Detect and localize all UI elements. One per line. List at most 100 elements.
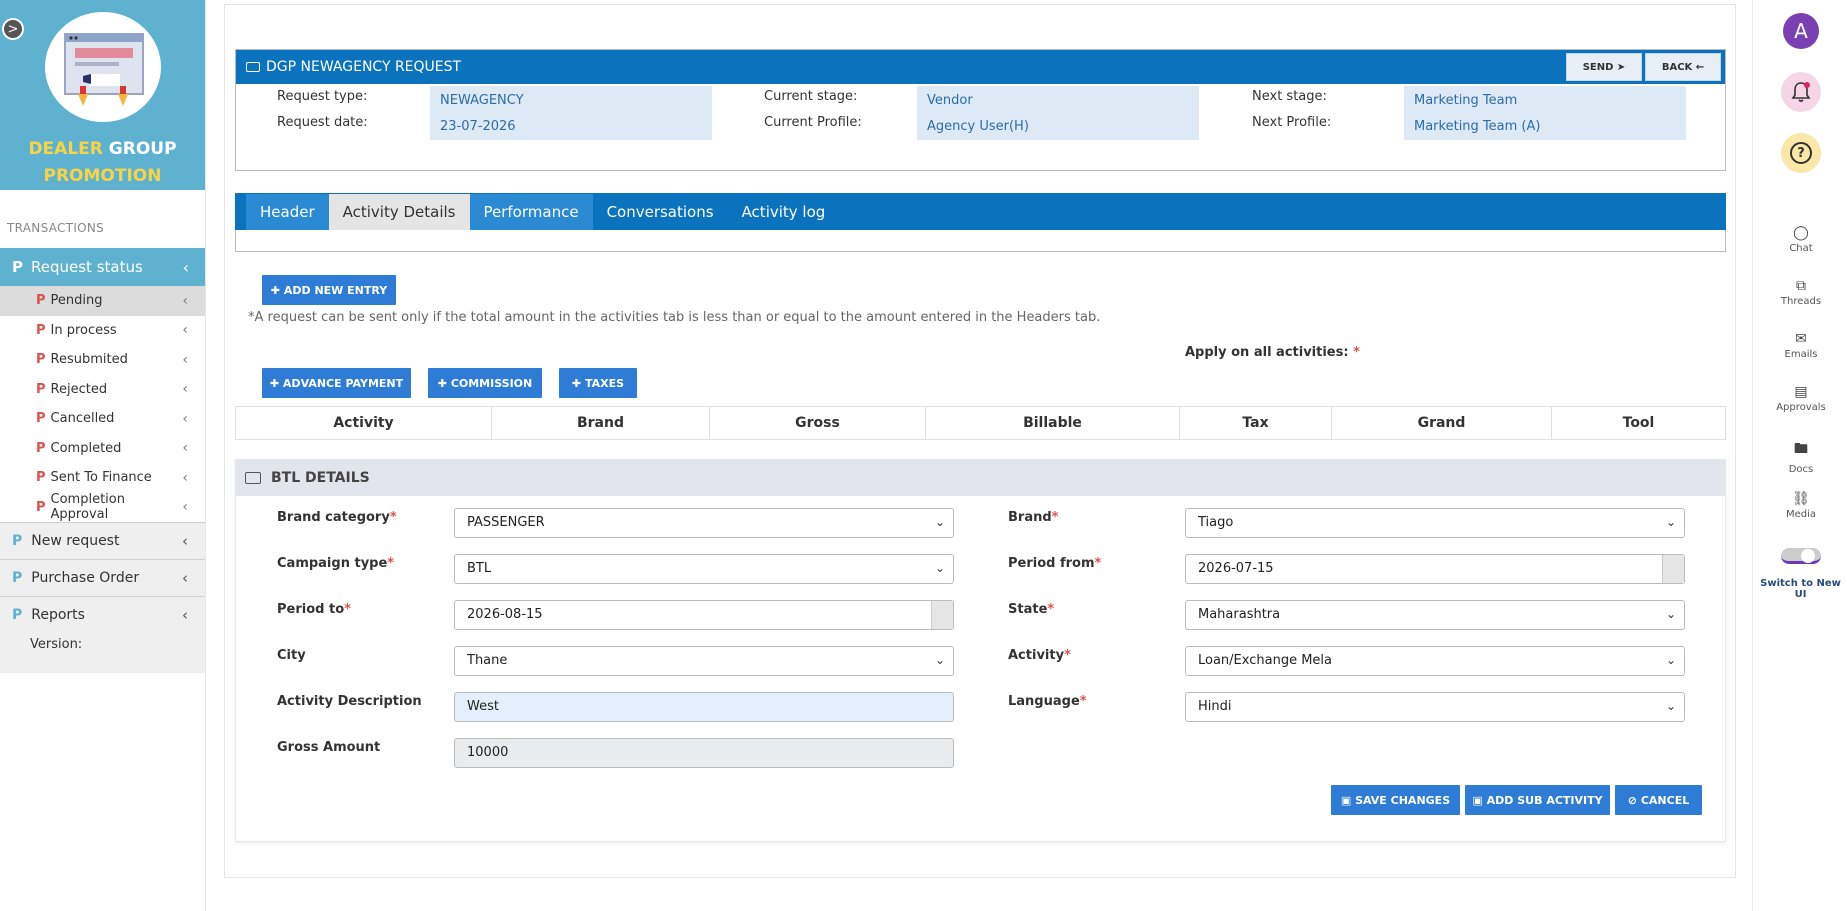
brand-panel: DEALER GROUP PROMOTION xyxy=(0,0,205,190)
current-profile-value: Agency User(H) xyxy=(917,112,1199,140)
avatar[interactable]: A xyxy=(1783,13,1819,49)
sidebar: > DEALER GROUP PROMOTION TRANSACTIONS Ρ xyxy=(0,0,206,911)
sidebar-item-pending[interactable]: Ρ Pending ‹ xyxy=(0,286,205,316)
rail-approvals[interactable]: ▤ Approvals xyxy=(1763,384,1839,413)
next-profile-label: Next Profile: xyxy=(1252,115,1332,130)
chevron-left-icon: ‹ xyxy=(182,410,188,427)
add-sub-activity-button[interactable]: ▣ ADD SUB ACTIVITY xyxy=(1465,785,1610,815)
request-header: DGP NEWAGENCY REQUEST SEND ➤ BACK ← xyxy=(236,50,1725,84)
chevron-down-icon: ⌄ xyxy=(1665,653,1676,667)
state-select[interactable]: Maharashtra ⌄ xyxy=(1185,600,1685,630)
brand-category-label: Brand category* xyxy=(277,510,397,525)
state-label: State* xyxy=(1008,602,1055,617)
plus-icon: ✚ xyxy=(437,376,447,390)
tab-bar: Header Activity Details Performance Conv… xyxy=(235,193,1726,230)
new-ui-toggle[interactable] xyxy=(1781,548,1821,564)
nav-new-request[interactable]: Ρ New request ‹ xyxy=(0,522,205,559)
tab-activity-log[interactable]: Activity log xyxy=(728,194,840,230)
rail-emails[interactable]: ✉ Emails xyxy=(1763,331,1839,360)
sidebar-toggle-button[interactable]: > xyxy=(2,18,24,40)
brand-category-select[interactable]: PASSENGER ⌄ xyxy=(454,508,954,538)
gross-amount-label: Gross Amount xyxy=(277,740,381,755)
chevron-left-icon: ‹ xyxy=(182,469,188,486)
activity-description-input[interactable]: West xyxy=(454,692,954,722)
city-select[interactable]: Thane ⌄ xyxy=(454,646,954,676)
campaign-type-select[interactable]: BTL ⌄ xyxy=(454,554,954,584)
rail-media[interactable]: ⛓ Media xyxy=(1763,491,1839,520)
calendar-button[interactable] xyxy=(931,601,953,629)
nav-purchase-order[interactable]: Ρ Purchase Order ‹ xyxy=(0,559,205,596)
flag-icon: Ρ xyxy=(12,533,23,549)
chevron-left-icon: ‹ xyxy=(182,606,188,624)
plus-icon: ✚ xyxy=(270,283,280,297)
cancel-button[interactable]: ⊘ CANCEL xyxy=(1615,785,1702,815)
sidebar-item-resubmited[interactable]: Ρ Resubmited ‹ xyxy=(0,345,205,375)
save-icon: ▣ xyxy=(1340,793,1352,807)
tab-header[interactable]: Header xyxy=(246,193,329,230)
btl-details-panel: BTL DETAILS Brand category* PASSENGER ⌄ B… xyxy=(235,459,1726,842)
sidebar-item-sent-to-finance[interactable]: Ρ Sent To Finance ‹ xyxy=(0,463,205,493)
sidebar-item-completion-approval[interactable]: Ρ Completion Approval ‹ xyxy=(0,492,205,522)
id-card-icon xyxy=(246,62,260,72)
request-card: DGP NEWAGENCY REQUEST SEND ➤ BACK ← Requ… xyxy=(235,49,1726,171)
request-info-grid: Request type: NEWAGENCY Request date: 23… xyxy=(236,84,1725,172)
bell-icon xyxy=(1791,82,1811,102)
gross-amount-input[interactable]: 10000 xyxy=(454,738,954,768)
add-new-entry-button[interactable]: ✚ ADD NEW ENTRY xyxy=(262,275,396,305)
period-from-label: Period from* xyxy=(1008,556,1102,571)
btl-header: BTL DETAILS xyxy=(236,460,1725,496)
version-label: Version: xyxy=(0,633,205,673)
save-icon: ▣ xyxy=(1472,793,1483,807)
column-activity: Activity xyxy=(236,407,492,439)
chevron-down-icon: ⌄ xyxy=(934,653,945,667)
current-profile-label: Current Profile: xyxy=(764,115,862,130)
flag-icon: Ρ xyxy=(36,470,46,486)
period-to-input[interactable]: 2026-08-15 xyxy=(454,600,954,630)
notifications-button[interactable] xyxy=(1781,72,1821,112)
rail-chat[interactable]: ◯ Chat xyxy=(1763,225,1839,254)
tab-conversations[interactable]: Conversations xyxy=(593,194,728,230)
flag-icon: Ρ xyxy=(36,440,46,456)
taxes-button[interactable]: ✚ TAXES xyxy=(559,368,637,398)
period-to-label: Period to* xyxy=(277,602,351,617)
help-icon: ? xyxy=(1790,142,1812,164)
sidebar-item-rejected[interactable]: Ρ Rejected ‹ xyxy=(0,375,205,405)
request-date-label: Request date: xyxy=(277,115,368,130)
flag-icon: Ρ xyxy=(36,411,46,427)
id-card-icon xyxy=(245,472,261,484)
calendar-button[interactable] xyxy=(1662,555,1684,583)
arrow-left-icon: ← xyxy=(1695,61,1705,73)
language-select[interactable]: Hindi ⌄ xyxy=(1185,692,1685,722)
section-label-transactions: TRANSACTIONS xyxy=(7,221,105,235)
activity-description-label: Activity Description xyxy=(277,694,422,709)
save-changes-button[interactable]: ▣ SAVE CHANGES xyxy=(1331,785,1460,815)
tab-activity-details[interactable]: Activity Details xyxy=(328,193,470,230)
activity-select[interactable]: Loan/Exchange Mela ⌄ xyxy=(1185,646,1685,676)
chevron-down-icon: ⌄ xyxy=(1665,699,1676,713)
rail-threads[interactable]: ⧉ Threads xyxy=(1763,278,1839,307)
brand-select[interactable]: Tiago ⌄ xyxy=(1185,508,1685,538)
nav-reports[interactable]: Ρ Reports ‹ xyxy=(0,596,205,633)
flag-icon: Ρ xyxy=(36,322,46,338)
activity-table-header: Activity Brand Gross Billable Tax Grand … xyxy=(235,406,1726,440)
period-from-input[interactable]: 2026-07-15 xyxy=(1185,554,1685,584)
next-stage-value: Marketing Team xyxy=(1404,86,1686,114)
sidebar-item-completed[interactable]: Ρ Completed ‹ xyxy=(0,434,205,464)
amount-note: *A request can be sent only if the total… xyxy=(248,310,1101,325)
send-button[interactable]: SEND ➤ xyxy=(1566,53,1642,81)
flag-icon: Ρ xyxy=(12,258,23,276)
sidebar-item-in-process[interactable]: Ρ In process ‹ xyxy=(0,316,205,346)
commission-button[interactable]: ✚ COMMISSION xyxy=(428,368,542,398)
flag-icon: Ρ xyxy=(12,607,23,623)
chevron-down-icon: ⌄ xyxy=(934,561,945,575)
tab-performance[interactable]: Performance xyxy=(469,193,593,230)
nav-request-status[interactable]: Ρ Request status ‹ xyxy=(0,248,205,286)
help-button[interactable]: ? xyxy=(1781,133,1821,173)
advance-payment-button[interactable]: ✚ ADVANCE PAYMENT xyxy=(262,368,411,398)
chevron-down-icon: ⌄ xyxy=(1665,515,1676,529)
rail-docs[interactable]: 🖿 Docs xyxy=(1763,438,1839,475)
next-stage-label: Next stage: xyxy=(1252,89,1327,104)
back-button[interactable]: BACK ← xyxy=(1645,53,1721,81)
threads-icon: ⧉ xyxy=(1796,278,1806,294)
sidebar-item-cancelled[interactable]: Ρ Cancelled ‹ xyxy=(0,404,205,434)
